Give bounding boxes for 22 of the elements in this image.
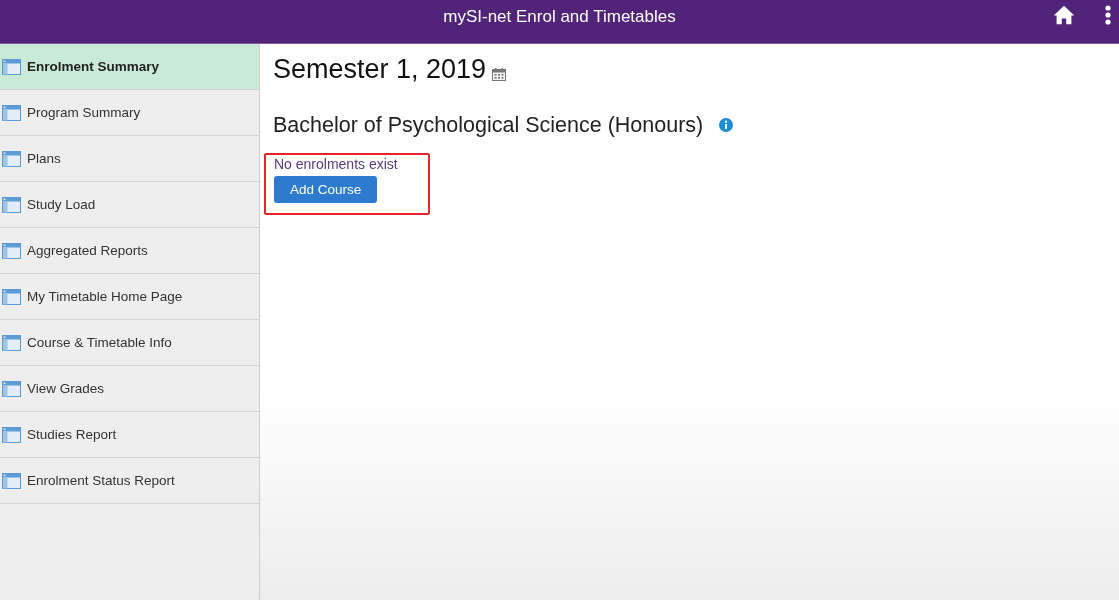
window-icon — [2, 104, 21, 121]
more-menu-button[interactable] — [1105, 5, 1111, 25]
home-icon — [1053, 5, 1075, 25]
sidebar-item[interactable]: Enrolment Summary — [0, 44, 259, 90]
window-icon — [2, 288, 21, 305]
calendar-icon — [492, 68, 507, 81]
window-icon — [2, 196, 21, 213]
empty-message: No enrolments exist — [274, 156, 398, 172]
add-course-button[interactable]: Add Course — [274, 176, 378, 203]
program-heading: Bachelor of Psychological Science (Honours) — [273, 112, 704, 139]
window-icon — [2, 242, 21, 259]
window-icon — [2, 334, 21, 351]
window-icon — [2, 380, 21, 397]
window-icon — [2, 472, 21, 489]
info-icon[interactable] — [719, 118, 734, 132]
home-button[interactable] — [1053, 5, 1075, 25]
window-icon — [2, 426, 21, 443]
window-icon — [2, 58, 21, 75]
semester-heading: Semester 1, 2019 — [273, 53, 487, 86]
app-title: mySI-net Enrol and Timetables — [443, 6, 676, 27]
kebab-menu-icon — [1105, 5, 1111, 25]
window-icon — [2, 150, 21, 167]
